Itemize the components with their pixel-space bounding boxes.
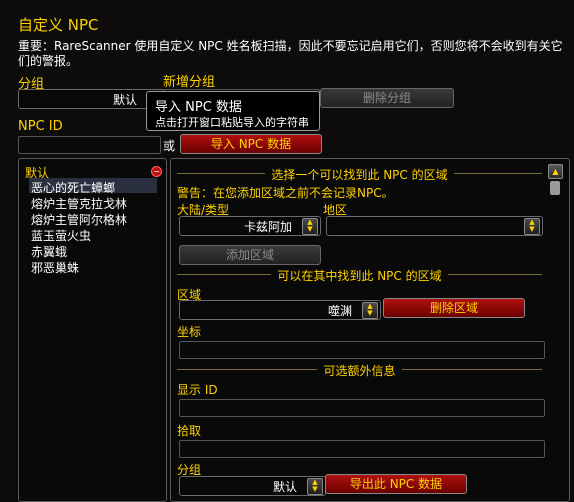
dropdown-arrow-icon[interactable]: ▲ ▼ [362,302,378,319]
import-npc-button[interactable]: 导入 NPC 数据 [180,134,322,154]
dropdown-arrow-icon[interactable]: ▲ ▼ [307,478,323,495]
list-item[interactable]: 赤翼蛾 [31,243,67,260]
add-zone-button[interactable]: 添加区域 [179,245,321,265]
zone-section-header: 选择一个可以找到此 NPC 的区域 [177,166,542,182]
group-dropdown[interactable]: 默认 [18,89,166,109]
area-dropdown[interactable]: 噬渊 ▲ ▼ [179,300,381,320]
delete-group-button[interactable]: 删除分组 [320,88,454,108]
continent-value: 卡兹阿加 [243,220,292,234]
or-label: 或 [163,139,176,153]
coords-label: 坐标 [177,325,202,339]
scroll-thumb[interactable] [550,181,560,195]
coords-input[interactable] [179,341,545,359]
details-scrollbar[interactable]: ▲ [548,164,563,498]
scroll-up-icon[interactable]: ▲ [548,164,563,179]
nameplate-warning: 重要：RareScanner 使用自定义 NPC 姓名板扫描，因此不要忘记启用它… [18,39,563,68]
npc-id-input[interactable] [18,136,161,154]
npc-group-dropdown[interactable]: 默认 ▲ ▼ [179,476,326,496]
group-dropdown-value: 默认 [112,93,137,107]
dropdown-arrow-icon[interactable]: ▲ ▼ [524,218,540,235]
loot-input[interactable] [179,440,545,458]
optional-section-title: 可选额外信息 [317,364,402,378]
npc-list-panel: 默认 − 恶心的死亡蟑螂 熔炉主管克拉戈林 熔炉主管阿尔格林 蓝玉萤火虫 赤翼蛾… [18,158,167,502]
delete-zone-button[interactable]: 删除区域 [383,298,525,318]
export-npc-button[interactable]: 导出此 NPC 数据 [325,474,467,494]
zone-dropdown[interactable]: ▲ ▼ [326,216,543,236]
list-item[interactable]: 熔炉主管阿尔格林 [31,211,127,228]
window-title: 自定义 NPC [18,16,99,34]
zone-warning: 警告：在您添加区域之前不会记录NPC。 [177,186,394,200]
found-section-header: 可以在其中找到此 NPC 的区域 [177,267,542,283]
tooltip-title: 导入 NPC 数据 [155,100,242,115]
npc-details-panel: 选择一个可以找到此 NPC 的区域 警告：在您添加区域之前不会记录NPC。 大陆… [170,158,570,502]
continent-dropdown[interactable]: 卡兹阿加 ▲ ▼ [179,216,321,236]
loot-label: 拾取 [177,424,202,438]
list-item[interactable]: 蓝玉萤火虫 [31,227,91,244]
new-group-label: 新增分组 [163,75,216,90]
list-item[interactable]: 恶心的死亡蟑螂 [31,179,115,196]
tooltip-text: 点击打开窗口粘贴导入的字符串 [155,116,309,129]
npc-group-value: 默认 [272,480,297,494]
import-tooltip: 导入 NPC 数据 点击打开窗口粘贴导入的字符串 [146,91,320,131]
npc-id-label: NPC ID [18,119,63,134]
dropdown-arrow-icon[interactable]: ▲ ▼ [302,218,318,235]
list-item[interactable]: 熔炉主管克拉戈林 [31,195,127,212]
found-section-title: 可以在其中找到此 NPC 的区域 [271,269,448,283]
zone-section-title: 选择一个可以找到此 NPC 的区域 [265,168,454,182]
display-id-input[interactable] [179,399,545,417]
display-id-label: 显示 ID [177,383,218,397]
area-value: 噬渊 [327,304,352,318]
optional-section-header: 可选额外信息 [177,362,542,378]
list-item[interactable]: 邪恶巢蛛 [31,259,79,276]
collapse-icon[interactable]: − [151,166,162,177]
